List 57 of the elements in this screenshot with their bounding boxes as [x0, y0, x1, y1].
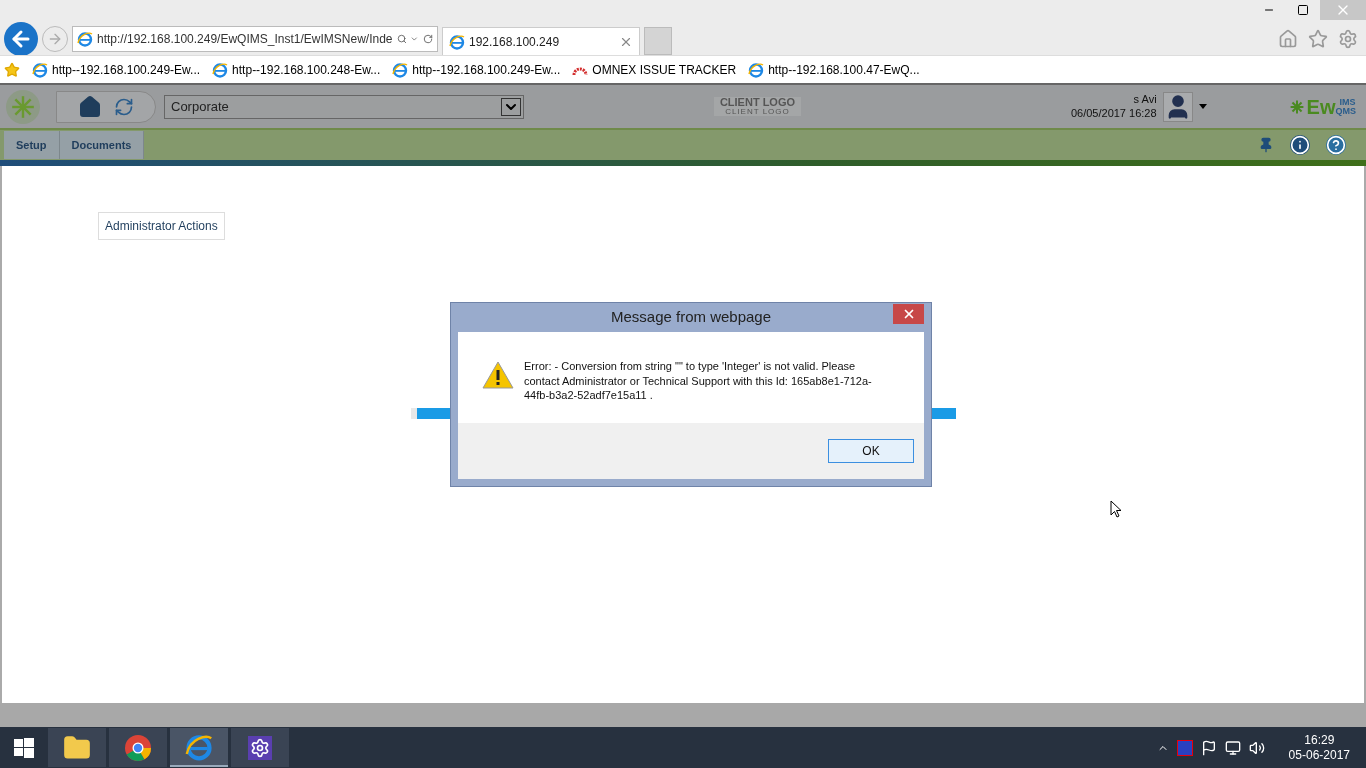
back-button[interactable] — [4, 21, 38, 56]
date-time: 06/05/2017 16:28 — [1070, 106, 1157, 121]
windows-icon — [14, 737, 34, 758]
taskbar-app[interactable] — [48, 728, 106, 767]
app-tray-icon[interactable] — [1176, 739, 1193, 756]
restore-icon — [1297, 4, 1309, 16]
folder-icon — [63, 733, 91, 762]
site-dropdown[interactable]: Corporate — [164, 94, 524, 119]
refresh-icon[interactable] — [114, 96, 134, 117]
menu-tab[interactable]: Setup — [4, 131, 60, 159]
logo-icon — [6, 89, 40, 124]
star-icon[interactable] — [1308, 28, 1328, 49]
help-icon[interactable] — [1326, 135, 1346, 155]
mouse-cursor-icon — [1110, 500, 1122, 518]
home-icon[interactable] — [78, 94, 102, 119]
avatar-icon[interactable] — [1162, 91, 1193, 122]
menu-tab[interactable]: Documents — [59, 131, 145, 159]
close-button[interactable] — [893, 304, 924, 324]
clock[interactable]: 16:29 05-06-2017 — [1288, 732, 1350, 763]
favorite-link[interactable]: http--192.168.100.47-EwQ... — [748, 60, 920, 79]
pin-icon[interactable] — [1258, 137, 1274, 153]
page-icon — [77, 30, 93, 47]
speaker-icon[interactable] — [1248, 739, 1265, 756]
dialog-title: Message from webpage — [610, 307, 772, 328]
favorite-link[interactable]: http--192.168.100.248-Ew... — [212, 60, 381, 79]
ok-button[interactable]: OK — [828, 439, 914, 463]
favorite-link[interactable]: OMNEX ISSUE TRACKER — [572, 60, 737, 79]
settings-icon[interactable] — [1338, 28, 1358, 49]
page-icon — [449, 33, 465, 50]
warning-icon — [482, 361, 514, 389]
asterisk-icon — [1288, 98, 1305, 115]
home-icon[interactable] — [1278, 28, 1298, 49]
caret-icon[interactable] — [1198, 104, 1207, 109]
browser-tab[interactable]: 192.168.100.249 — [442, 27, 640, 55]
taskbar-app[interactable] — [109, 728, 167, 767]
favorite-link[interactable]: http--192.168.100.249-Ew... — [32, 60, 201, 79]
flag-icon[interactable] — [1200, 739, 1217, 756]
info-icon[interactable] — [1290, 135, 1310, 155]
favorite-link[interactable]: http--192.168.100.249-Ew... — [392, 60, 561, 79]
gear-icon — [248, 735, 272, 760]
client-logo: CLIENT LOGO CLIENT LOGO — [713, 97, 802, 116]
page-icon — [212, 61, 229, 78]
taskbar-app[interactable] — [231, 728, 289, 767]
browser-icon — [185, 732, 213, 761]
page-icon — [32, 61, 48, 78]
network-icon[interactable] — [1224, 739, 1241, 756]
tab-title: 192.168.100.249 — [469, 33, 561, 51]
error-message: Error: - Conversion from string "" to type 'Integer' is not valid. Please contact Administrator or Technical Support with this Id: 165ab8e1-712a-44fb-b3a2-52adf7e15a11 . — [524, 359, 873, 403]
page-icon — [392, 61, 409, 78]
admin-actions-link[interactable]: Administrator Actions — [98, 212, 225, 240]
chrome-icon — [124, 733, 152, 762]
taskbar-app[interactable] — [170, 728, 228, 767]
star-icon[interactable] — [4, 61, 20, 78]
address-text: http://192.168.100.249/EwQIMS_Inst1/EwIMSNew/Inde — [97, 30, 393, 48]
page-icon — [748, 61, 765, 78]
address-field[interactable]: http://192.168.100.249/EwQIMS_Inst1/EwIMSNew/Inde — [72, 25, 438, 52]
user-name: s Avi — [1133, 92, 1157, 107]
